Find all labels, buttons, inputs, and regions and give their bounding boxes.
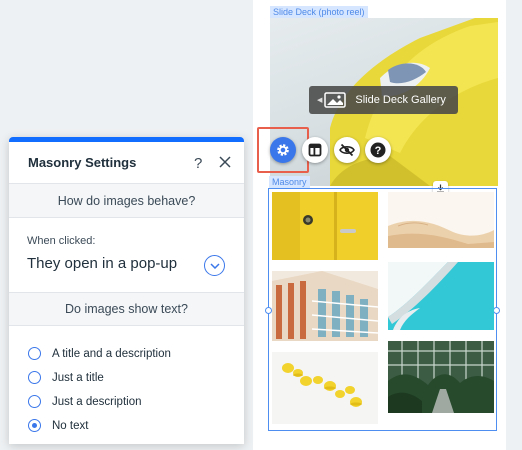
hide-button[interactable] bbox=[334, 137, 360, 163]
lemons-photo bbox=[272, 352, 378, 424]
radio-label: Just a title bbox=[52, 371, 104, 384]
radio-label: Just a description bbox=[52, 395, 142, 408]
radio-button[interactable] bbox=[28, 395, 41, 408]
gallery-name-chip: ◀ Slide Deck Gallery bbox=[309, 86, 458, 114]
radio-option-title[interactable]: Just a title bbox=[28, 371, 104, 384]
layout-icon bbox=[308, 143, 322, 157]
gallery-image[interactable] bbox=[388, 262, 494, 330]
resize-handle-left[interactable] bbox=[265, 307, 272, 314]
panel-header: Masonry Settings bbox=[9, 142, 244, 184]
click-action-dropdown[interactable]: They open in a pop-up bbox=[27, 255, 177, 272]
radio-option-no-text[interactable]: No text bbox=[28, 419, 88, 432]
radio-option-description[interactable]: Just a description bbox=[28, 395, 142, 408]
settings-button[interactable] bbox=[270, 137, 296, 163]
click-action-dropdown-toggle[interactable] bbox=[204, 255, 225, 276]
gallery-image[interactable] bbox=[388, 192, 494, 248]
when-clicked-label: When clicked: bbox=[27, 235, 96, 247]
chevron-down-icon bbox=[209, 262, 220, 269]
resize-handle-right[interactable] bbox=[493, 307, 500, 314]
white-architecture-photo bbox=[388, 262, 494, 330]
masonry-settings-panel: Masonry Settings ? How do images behave?… bbox=[9, 137, 244, 444]
radio-label: No text bbox=[52, 419, 89, 432]
building-facade-photo bbox=[272, 271, 378, 341]
radio-option-title-description[interactable]: A title and a description bbox=[28, 347, 171, 360]
question-icon: ? bbox=[370, 142, 386, 158]
text-heading-text: Do images show text? bbox=[65, 302, 188, 316]
canvas-gutter bbox=[506, 0, 522, 450]
gallery-image[interactable] bbox=[272, 192, 378, 260]
behavior-heading-text: How do images behave? bbox=[57, 193, 196, 208]
radio-label: A title and a description bbox=[52, 347, 171, 360]
radio-button-selected[interactable] bbox=[28, 419, 41, 432]
gallery-image[interactable] bbox=[272, 352, 378, 424]
gallery-image[interactable] bbox=[272, 271, 378, 341]
layout-button[interactable] bbox=[302, 137, 328, 163]
image-icon bbox=[324, 92, 347, 108]
help-button[interactable]: ? bbox=[365, 137, 391, 163]
svg-text:?: ? bbox=[375, 145, 382, 157]
gallery-image[interactable] bbox=[388, 341, 494, 413]
panel-title: Masonry Settings bbox=[28, 155, 137, 170]
radio-button[interactable] bbox=[28, 371, 41, 384]
behavior-section-heading: How do images behave? bbox=[9, 184, 244, 218]
chevron-left-icon: ◀ bbox=[317, 97, 323, 104]
greenhouse-photo bbox=[388, 341, 494, 413]
eye-off-icon bbox=[339, 143, 355, 157]
gallery-name-label: Slide Deck Gallery bbox=[355, 94, 446, 106]
text-section-heading: Do images show text? bbox=[9, 292, 244, 326]
close-icon[interactable] bbox=[219, 156, 231, 168]
help-icon[interactable]: ? bbox=[194, 155, 202, 172]
radio-button[interactable] bbox=[28, 347, 41, 360]
desert-dunes-photo bbox=[388, 192, 494, 248]
gear-icon bbox=[277, 144, 289, 156]
yellow-door-photo bbox=[272, 192, 378, 260]
